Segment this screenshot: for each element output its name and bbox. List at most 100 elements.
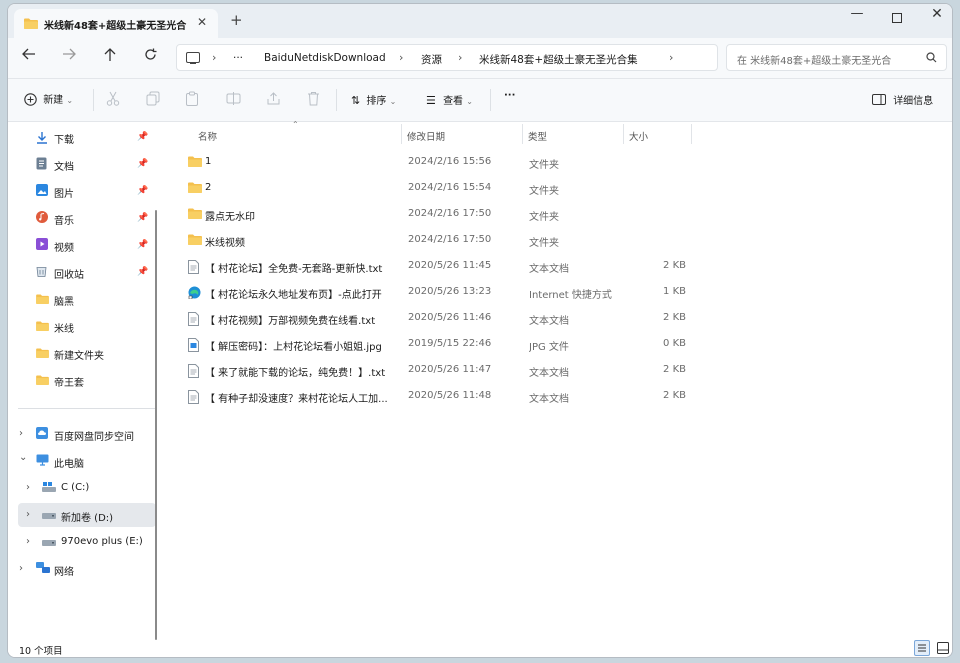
sidebar-item-label: 视频 xyxy=(54,243,74,254)
drive-c-icon xyxy=(42,482,56,492)
breadcrumb-resources[interactable]: 资源 xyxy=(421,52,442,67)
file-date: 2020/5/26 11:47 xyxy=(408,364,492,375)
file-row[interactable]: 露点无水印 2024/2/16 17:50 文件夹 xyxy=(178,204,698,226)
back-button[interactable] xyxy=(22,48,36,64)
column-header-size[interactable]: 大小 xyxy=(629,129,648,143)
share-icon[interactable] xyxy=(266,91,281,106)
sidebar-item-label: 此电脑 xyxy=(54,459,84,470)
sidebar-item-drive-d[interactable]: › 新加卷 (D:) xyxy=(18,503,156,527)
file-name: 【 村花视频】万部视频免费在线看.txt xyxy=(205,316,376,327)
toolbar-divider xyxy=(336,89,337,111)
internet-shortcut-icon xyxy=(188,286,201,299)
plus-circle-icon xyxy=(24,93,37,106)
pin-icon[interactable]: 📌 xyxy=(137,132,148,142)
file-row[interactable]: 【 有种子却没速度？来村花论坛人工加... 2020/5/26 11:48 文本… xyxy=(178,386,698,408)
sidebar-item-label: 新建文件夹 xyxy=(54,351,104,362)
details-label: 详细信息 xyxy=(893,96,934,107)
chevron-right-icon: › xyxy=(669,51,674,64)
sidebar-item-label: 下载 xyxy=(54,135,74,146)
file-type: Internet 快捷方式 xyxy=(529,290,612,301)
breadcrumb-baidunetdiskdownload[interactable]: BaiduNetdiskDownload xyxy=(264,52,386,64)
refresh-button[interactable] xyxy=(144,48,157,65)
text-file-icon xyxy=(188,260,199,274)
file-date: 2020/5/26 11:45 xyxy=(408,260,492,271)
file-name: 露点无水印 xyxy=(205,212,255,223)
details-pane-button[interactable]: 详细信息 xyxy=(872,92,933,107)
column-header-date[interactable]: 修改日期 xyxy=(407,129,445,143)
column-header-type[interactable]: 类型 xyxy=(528,129,547,143)
arrow-left-icon xyxy=(22,48,35,60)
address-overflow-button[interactable]: ··· xyxy=(233,52,243,64)
more-options-button[interactable]: ··· xyxy=(504,90,515,101)
details-view-button[interactable] xyxy=(914,640,930,656)
file-row[interactable]: 【 村花视频】万部视频免费在线看.txt 2020/5/26 11:46 文本文… xyxy=(178,308,698,330)
sidebar-item-label: 脑黑 xyxy=(54,297,74,308)
cut-icon[interactable] xyxy=(106,91,120,107)
column-divider[interactable] xyxy=(691,124,692,144)
image-file-icon xyxy=(188,338,199,352)
column-divider[interactable] xyxy=(522,124,523,144)
new-label: 新建 xyxy=(43,95,64,106)
copy-icon[interactable] xyxy=(146,91,160,106)
file-row[interactable]: 1 2024/2/16 15:56 文件夹 xyxy=(178,152,698,174)
chevron-right-icon[interactable]: › xyxy=(19,428,23,439)
chevron-down-icon[interactable]: ⌄ xyxy=(19,452,27,463)
new-tab-button[interactable]: + xyxy=(230,11,243,29)
file-row[interactable]: 2 2024/2/16 15:54 文件夹 xyxy=(178,178,698,200)
new-button[interactable]: 新建 ⌄ xyxy=(24,91,73,106)
file-type: 文件夹 xyxy=(529,238,559,249)
maximize-button[interactable] xyxy=(887,7,907,26)
forward-button[interactable] xyxy=(62,48,76,64)
tiles-view-icon xyxy=(937,642,949,654)
pin-icon[interactable]: 📌 xyxy=(137,213,148,223)
column-header-name[interactable]: 名称 xyxy=(198,129,217,143)
pin-icon[interactable]: 📌 xyxy=(137,186,148,196)
sidebar-scrollbar[interactable] xyxy=(155,210,157,640)
delete-icon[interactable] xyxy=(307,91,320,106)
file-date: 2020/5/26 11:46 xyxy=(408,312,492,323)
text-file-icon xyxy=(188,390,199,404)
file-date: 2020/5/26 11:48 xyxy=(408,390,492,401)
pin-icon[interactable]: 📌 xyxy=(137,159,148,169)
file-row[interactable]: 【 来了就能下载的论坛，纯免费！】.txt 2020/5/26 11:47 文本… xyxy=(178,360,698,382)
navigation-pane: 下载 📌 文档 📌 图片 📌 音乐 📌 视频 📌 回收站 📌 脑黑 米线 新建文… xyxy=(8,122,161,641)
folder-icon xyxy=(188,182,202,193)
column-divider[interactable] xyxy=(401,124,402,144)
up-button[interactable] xyxy=(104,48,116,66)
pictures-icon xyxy=(36,184,48,196)
text-file-icon xyxy=(188,364,199,378)
cloud-sync-icon xyxy=(36,427,48,439)
close-window-button[interactable]: ✕ xyxy=(927,6,947,22)
rename-icon[interactable] xyxy=(226,91,241,106)
chevron-right-icon[interactable]: › xyxy=(26,482,30,493)
view-button[interactable]: ☰ 查看 ⌄ xyxy=(426,92,473,107)
breadcrumb-current-folder[interactable]: 米线新48套+超级土豪无圣光合集 xyxy=(479,52,638,67)
pin-icon[interactable]: 📌 xyxy=(137,240,148,250)
file-row[interactable]: 【 解压密码】：上村花论坛看小姐姐.jpg 2019/5/15 22:46 JP… xyxy=(178,334,698,356)
close-tab-icon[interactable]: ✕ xyxy=(197,15,207,29)
file-type: 文本文档 xyxy=(529,264,569,275)
address-bar[interactable]: › ··· BaiduNetdiskDownload › 资源 › 米线新48套… xyxy=(176,44,718,71)
file-row[interactable]: 【 村花论坛永久地址发布页】-点此打开 2020/5/26 13:23 Inte… xyxy=(178,282,698,304)
chevron-right-icon[interactable]: › xyxy=(19,563,23,574)
pin-icon[interactable]: 📌 xyxy=(137,267,148,277)
file-row[interactable]: 【 村花论坛】全免费-无套路-更新快.txt 2020/5/26 11:45 文… xyxy=(178,256,698,278)
explorer-tab[interactable]: 米线新48套+超级土豪无圣光合 ✕ xyxy=(14,9,218,38)
paste-icon[interactable] xyxy=(185,91,199,107)
file-explorer-window: 米线新48套+超级土豪无圣光合 ✕ + — ✕ › ··· BaiduNetdi… xyxy=(7,3,953,658)
sort-button[interactable]: ⇅ 排序 ⌄ xyxy=(351,92,396,107)
file-size: 2 KB xyxy=(663,312,686,323)
sort-ascending-icon: ⌃ xyxy=(292,120,299,129)
file-name: 【 解压密码】：上村花论坛看小姐姐.jpg xyxy=(205,342,382,353)
tiles-view-button[interactable] xyxy=(936,641,950,655)
file-row[interactable]: 米线视频 2024/2/16 17:50 文件夹 xyxy=(178,230,698,252)
file-type: JPG 文件 xyxy=(529,342,569,353)
column-divider[interactable] xyxy=(623,124,624,144)
chevron-right-icon[interactable]: › xyxy=(26,509,30,520)
minimize-button[interactable]: — xyxy=(847,6,867,21)
search-input[interactable]: 在 米线新48套+超级土豪无圣光合 xyxy=(726,44,947,71)
chevron-right-icon[interactable]: › xyxy=(26,536,30,547)
file-size: 2 KB xyxy=(663,390,686,401)
file-type: 文件夹 xyxy=(529,212,559,223)
folder-icon xyxy=(24,18,38,29)
